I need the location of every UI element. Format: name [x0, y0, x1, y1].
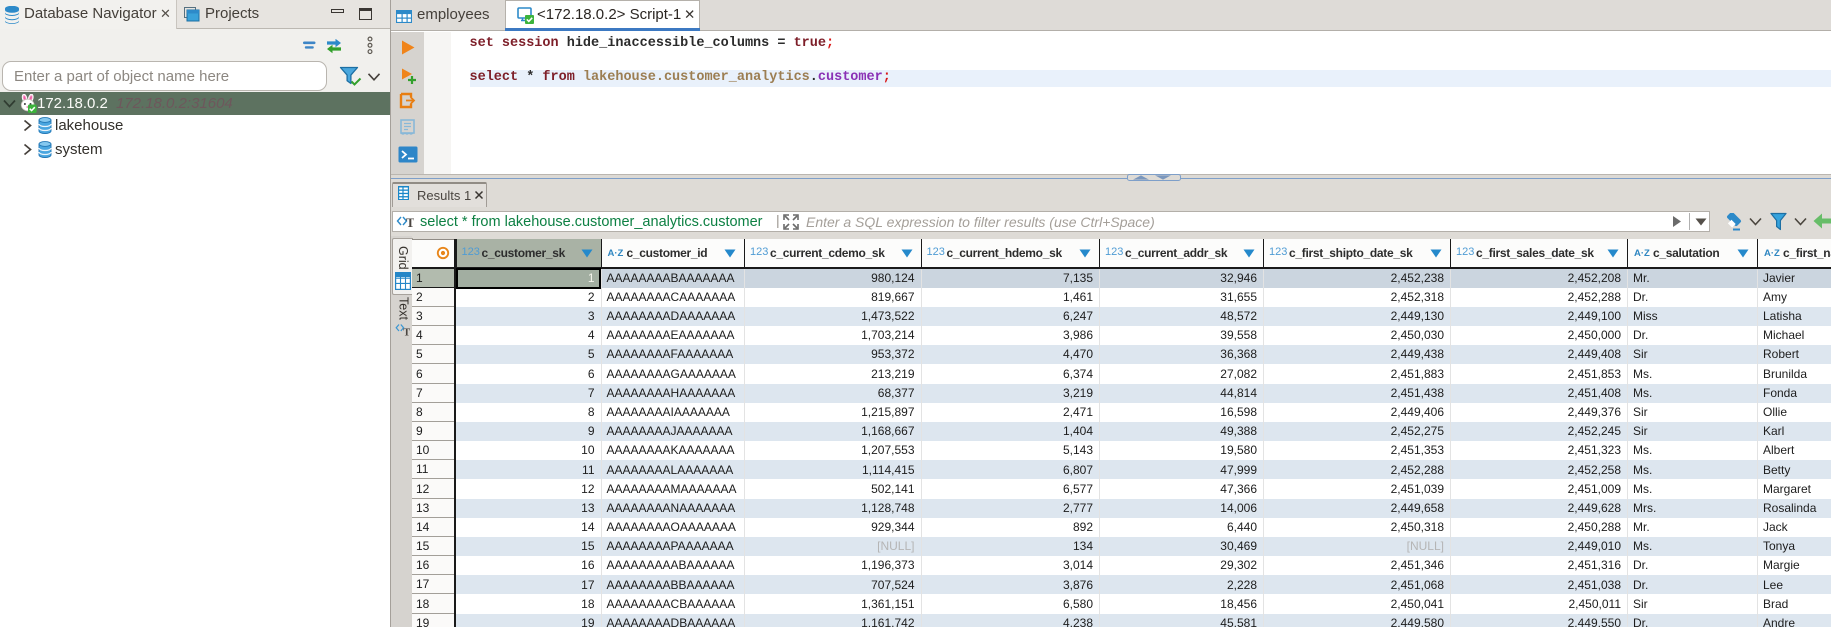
- svg-text:T: T: [403, 328, 410, 338]
- svg-text:T: T: [406, 215, 414, 229]
